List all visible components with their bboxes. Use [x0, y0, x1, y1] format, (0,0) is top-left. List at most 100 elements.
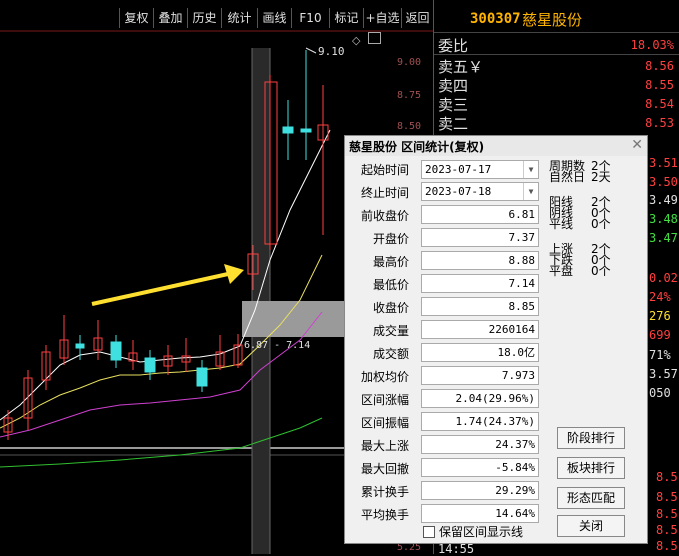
end-time-label: 终止时间: [360, 186, 409, 200]
quote-fragment: 3.47: [649, 231, 678, 245]
stat-label: 平线: [549, 217, 574, 231]
quote-fragment: 8.5: [656, 507, 678, 521]
quote-fragment: 24%: [649, 290, 671, 304]
quote-value: 8.56: [645, 59, 674, 73]
stat-value: 2天: [591, 170, 611, 184]
stat-value: 0个: [591, 217, 611, 231]
field-label: 最大上涨: [360, 439, 409, 453]
interval-stats-dialog: 慈星股份 区间统计(复权) ✕ 起始时间 2023-07-17 ▼ 终止时间 2…: [344, 135, 648, 544]
sector-rank-button[interactable]: 板块排行: [557, 457, 625, 479]
field-value: 8.88: [421, 251, 539, 270]
toolbar-huaxian[interactable]: 画线: [257, 8, 291, 28]
chevron-down-icon[interactable]: ▼: [523, 183, 538, 200]
quote-fragment: 3.48: [649, 212, 678, 226]
stat-label: 平盘: [549, 264, 574, 278]
quote-fragment: 276: [649, 309, 671, 323]
start-time-dropdown[interactable]: 2023-07-17 ▼: [421, 160, 539, 179]
stock-name: 慈星股份: [522, 11, 583, 29]
field-label: 区间涨幅: [360, 393, 409, 407]
quote-fragment: 8.5: [656, 539, 678, 553]
y-tick: 9.00: [397, 57, 422, 68]
quote-row: 卖三 8.54: [434, 94, 679, 114]
field-label: 成交量: [372, 324, 409, 338]
stat-label: 自然日: [549, 170, 586, 184]
field-label: 平均换手: [360, 508, 409, 522]
high-price-label: 9.10: [318, 45, 345, 58]
field-value: 7.973: [421, 366, 539, 385]
quote-row: 委比 18.03%: [434, 35, 679, 55]
quote-label: 卖五￥: [438, 58, 484, 76]
close-button[interactable]: 关闭: [557, 515, 625, 537]
stock-code: 300307: [470, 11, 521, 27]
diamond-icon[interactable]: ◇: [352, 34, 360, 47]
quote-fragment: 0.02: [649, 271, 678, 285]
quote-label: 卖四: [438, 77, 469, 95]
quote-value: 18.03%: [630, 38, 674, 52]
field-value: 7.37: [421, 228, 539, 247]
dialog-title: 慈星股份 区间统计(复权): [349, 140, 485, 154]
quote-value: 8.53: [645, 116, 674, 130]
quote-row: 卖四 8.55: [434, 75, 679, 95]
quote-fragment: 3.51: [649, 156, 678, 170]
toolbar-biaoji[interactable]: 标记: [329, 8, 363, 28]
quote-fragment: 3.50: [649, 175, 678, 189]
start-time-value: 2023-07-17: [425, 163, 492, 176]
stage-rank-button[interactable]: 阶段排行: [557, 427, 625, 449]
field-value: -5.84%: [421, 458, 539, 477]
field-value: 14.64%: [421, 504, 539, 523]
quote-fragment: 8.5: [656, 523, 678, 537]
field-label: 加权均价: [360, 370, 409, 384]
quote-label: 卖二: [438, 115, 469, 133]
window-icon[interactable]: [368, 32, 381, 44]
field-label: 最高价: [372, 255, 409, 269]
quote-fragment: 8.5: [656, 490, 678, 504]
quote-label: 委比: [438, 37, 469, 55]
toolbar-fanhui[interactable]: 返回: [401, 8, 433, 28]
yellow-arrow: [91, 272, 229, 306]
end-time-dropdown[interactable]: 2023-07-18 ▼: [421, 182, 539, 201]
toolbar-f10[interactable]: F10: [291, 8, 329, 28]
toolbar-lishi[interactable]: 历史: [187, 8, 221, 28]
pattern-match-button[interactable]: 形态匹配: [557, 487, 625, 509]
quote-fragment: 3.49: [649, 193, 678, 207]
quote-label: 卖三: [438, 96, 469, 114]
toolbar-zixuan[interactable]: +自选: [363, 8, 401, 28]
quote-fragment: 8.5: [656, 470, 678, 484]
start-time-label: 起始时间: [360, 163, 409, 177]
field-value: 2260164: [421, 320, 539, 339]
quote-row: 卖五￥ 8.56: [434, 56, 679, 76]
y-tick: 8.75: [397, 90, 422, 101]
field-label: 成交额: [372, 347, 409, 361]
quote-fragment: 050: [649, 386, 671, 400]
range-price-label: 6.87 - 7.14: [244, 340, 311, 351]
field-value: 6.81: [421, 205, 539, 224]
field-label: 开盘价: [372, 232, 409, 246]
field-label: 最大回撤: [360, 462, 409, 476]
field-value: 8.85: [421, 297, 539, 316]
quote-fragment: 3.57: [649, 367, 678, 381]
field-value: 2.04(29.96%): [421, 389, 539, 408]
chevron-down-icon[interactable]: ▼: [523, 161, 538, 178]
field-value: 1.74(24.37%): [421, 412, 539, 431]
toolbar-fuquan[interactable]: 复权: [119, 8, 153, 28]
close-icon[interactable]: ✕: [631, 137, 643, 153]
quote-fragment: 71%: [649, 348, 671, 362]
chart-toolbar: 复权 叠加 历史 统计 画线 F10 标记 +自选 返回: [0, 0, 433, 28]
field-value: 29.29%: [421, 481, 539, 500]
stock-header: 300307 慈星股份: [434, 8, 679, 32]
dialog-titlebar[interactable]: 慈星股份 区间统计(复权) ✕: [345, 136, 647, 156]
quote-row: 卖二 8.53: [434, 113, 679, 133]
field-value: 18.0亿: [421, 343, 539, 362]
y-tick: 8.50: [397, 121, 422, 132]
toolbar-diejia[interactable]: 叠加: [153, 8, 187, 28]
field-label: 区间振幅: [360, 416, 409, 430]
keep-range-checkbox[interactable]: [423, 526, 435, 538]
field-label: 收盘价: [372, 301, 409, 315]
field-value: 24.37%: [421, 435, 539, 454]
toolbar-tongji[interactable]: 统计: [221, 8, 257, 28]
quote-value: 8.55: [645, 78, 674, 92]
quote-fragment: 699: [649, 328, 671, 342]
range-box: [242, 301, 344, 337]
end-time-value: 2023-07-18: [425, 185, 492, 198]
field-label: 累计换手: [360, 485, 409, 499]
